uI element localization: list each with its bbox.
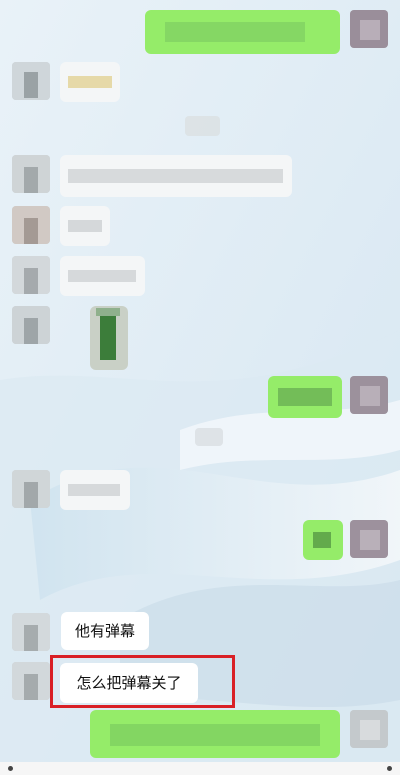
timestamp-divider [195, 428, 223, 446]
contact-avatar[interactable] [12, 206, 50, 244]
contact-avatar[interactable] [12, 613, 50, 651]
incoming-message-bubble[interactable] [60, 155, 292, 197]
outgoing-message-bubble[interactable] [268, 376, 342, 418]
outgoing-message-bubble[interactable] [303, 520, 343, 560]
self-avatar[interactable] [350, 10, 388, 48]
outgoing-message-bubble[interactable] [90, 710, 340, 758]
timestamp-divider [185, 116, 220, 136]
incoming-message-bubble[interactable] [60, 256, 145, 296]
incoming-message-bubble[interactable] [60, 206, 110, 246]
incoming-message-bubble[interactable] [60, 470, 130, 510]
outgoing-message-bubble[interactable] [145, 10, 340, 54]
contact-avatar[interactable] [12, 470, 50, 508]
highlight-box [50, 655, 235, 708]
contact-avatar[interactable] [12, 155, 50, 193]
image-message[interactable] [90, 306, 128, 370]
chat-message-list[interactable]: 他有弹幕 怎么把弹幕关了 [0, 0, 400, 775]
self-avatar[interactable] [350, 710, 388, 748]
contact-avatar[interactable] [12, 256, 50, 294]
contact-avatar[interactable] [12, 306, 50, 344]
contact-avatar[interactable] [12, 62, 50, 100]
input-bar[interactable] [0, 762, 400, 775]
incoming-message-bubble[interactable] [60, 62, 120, 102]
self-avatar[interactable] [350, 520, 388, 558]
incoming-message-text[interactable]: 他有弹幕 [61, 612, 149, 650]
contact-avatar[interactable] [12, 662, 50, 700]
more-icon[interactable] [387, 766, 392, 771]
voice-icon[interactable] [8, 766, 13, 771]
self-avatar[interactable] [350, 376, 388, 414]
